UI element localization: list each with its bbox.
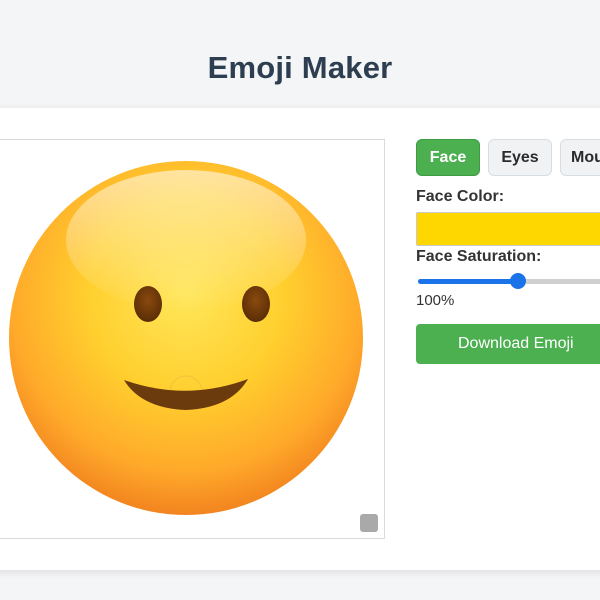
- face-color-label: Face Color:: [416, 188, 505, 205]
- tab-mouth[interactable]: Mou: [560, 139, 600, 176]
- slider-fill: [418, 279, 518, 284]
- face-color-picker[interactable]: [416, 212, 600, 246]
- tab-face[interactable]: Face: [416, 139, 480, 176]
- emoji-right-eye: [242, 286, 270, 322]
- editor-tabs: Face Eyes Mou: [416, 139, 600, 176]
- emoji-left-eye: [134, 286, 162, 322]
- slider-thumb[interactable]: [510, 273, 526, 289]
- emoji-canvas[interactable]: [0, 139, 385, 539]
- face-saturation-slider[interactable]: [418, 271, 600, 291]
- resize-handle-icon[interactable]: [360, 514, 378, 532]
- download-emoji-button[interactable]: Download Emoji: [416, 324, 600, 364]
- face-saturation-value: 100%: [416, 292, 455, 309]
- face-saturation-label: Face Saturation:: [416, 248, 542, 265]
- emoji-maker-page: Emoji Maker Face Eyes Mou Face Color: Fa…: [0, 0, 600, 600]
- emoji-face-shine: [66, 170, 306, 310]
- page-title: Emoji Maker: [207, 50, 393, 85]
- emoji-preview: [9, 161, 363, 515]
- tab-eyes[interactable]: Eyes: [488, 139, 552, 176]
